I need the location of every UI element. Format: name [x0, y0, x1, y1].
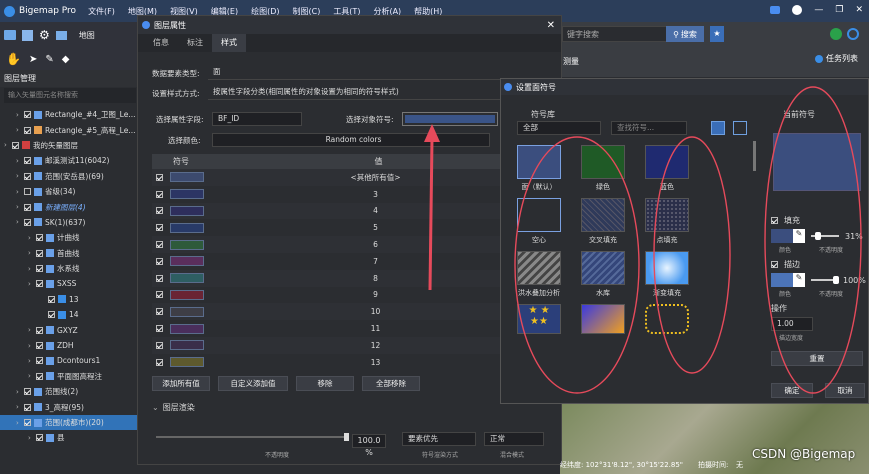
annotation-arrow: [428, 137, 434, 291]
annotation-overlay: [424, 86, 862, 394]
app-window: { "app":{"title":"Bigemap Pro","menu":["…: [0, 0, 869, 474]
annotation-ellipse: [514, 136, 640, 394]
annotation-ellipse: [653, 136, 731, 374]
capture-time-value: 无: [736, 461, 743, 469]
coords-readout: 经纬度: 102°31'8.12", 30°15'22.85": [560, 461, 684, 469]
capture-time-label: 拍摄时间:: [698, 461, 729, 469]
annotation-arrowhead: [424, 124, 440, 142]
watermark: CSDN @Bigemap: [752, 447, 856, 461]
annotation-ellipse: [764, 86, 862, 394]
